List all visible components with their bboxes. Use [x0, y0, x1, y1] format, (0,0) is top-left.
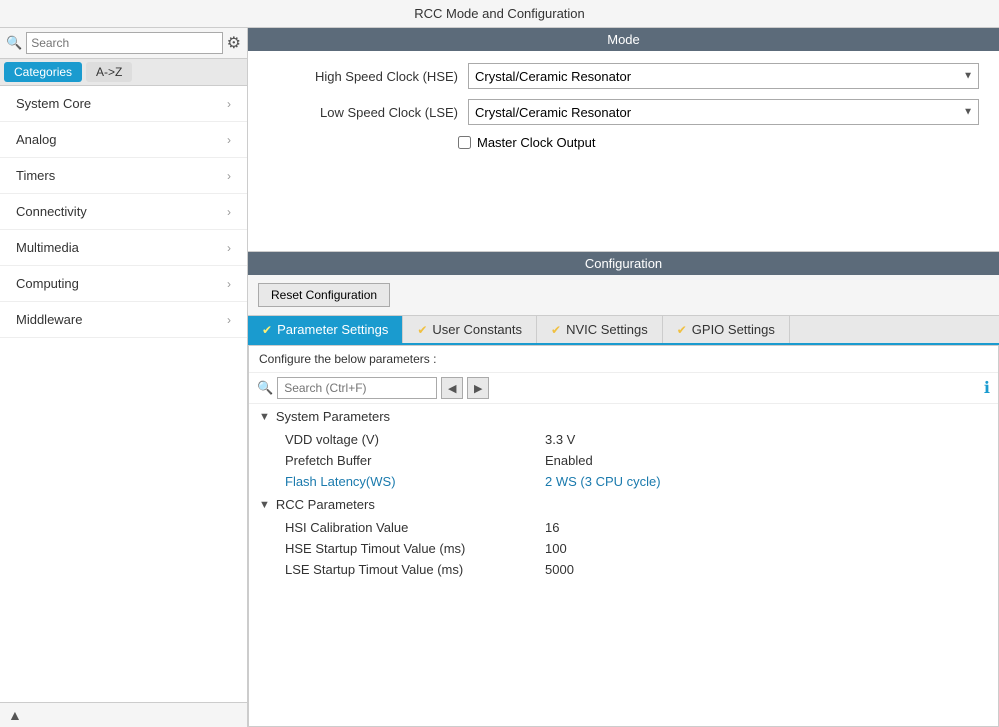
tab-user-constants[interactable]: ✔ User Constants	[403, 316, 537, 343]
chevron-right-icon: ›	[227, 169, 231, 183]
gear-icon[interactable]: ⚙	[227, 33, 241, 53]
tab-check-icon: ✔	[417, 323, 427, 337]
hse-row: High Speed Clock (HSE) Crystal/Ceramic R…	[268, 63, 979, 89]
param-search-icon: 🔍	[257, 380, 273, 396]
hse-select[interactable]: Crystal/Ceramic Resonator	[468, 63, 979, 89]
lse-select-wrapper: Crystal/Ceramic Resonator ▼	[468, 99, 979, 125]
param-lse-startup-timeout: LSE Startup Timout Value (ms) 5000	[249, 559, 998, 580]
param-hsi-calibration: HSI Calibration Value 16	[249, 517, 998, 538]
collapse-icon: ▼	[259, 411, 270, 423]
config-section: Configuration Reset Configuration ✔ Para…	[248, 252, 999, 727]
sidebar-item-computing[interactable]: Computing ›	[0, 266, 247, 302]
chevron-right-icon: ›	[227, 313, 231, 327]
info-icon: ℹ	[984, 378, 990, 398]
sidebar-item-timers[interactable]: Timers ›	[0, 158, 247, 194]
param-vdd-voltage: VDD voltage (V) 3.3 V	[249, 429, 998, 450]
sidebar-search-bar: 🔍 ⚙	[0, 28, 247, 59]
sidebar-nav: System Core › Analog › Timers › Connecti…	[0, 86, 247, 702]
chevron-right-icon: ›	[227, 277, 231, 291]
sidebar-tab-atoz[interactable]: A->Z	[86, 62, 132, 82]
param-search-input[interactable]	[277, 377, 437, 399]
reset-configuration-button[interactable]: Reset Configuration	[258, 283, 390, 307]
tab-check-icon: ✔	[677, 323, 687, 337]
config-toolbar: Reset Configuration	[248, 275, 999, 316]
config-description: Configure the below parameters :	[249, 346, 998, 373]
sidebar-item-connectivity[interactable]: Connectivity ›	[0, 194, 247, 230]
config-tabs: ✔ Parameter Settings ✔ User Constants ✔ …	[248, 316, 999, 345]
hse-select-wrapper: Crystal/Ceramic Resonator ▼	[468, 63, 979, 89]
sidebar-item-middleware[interactable]: Middleware ›	[0, 302, 247, 338]
rcc-params-group-header[interactable]: ▼ RCC Parameters	[249, 492, 998, 517]
chevron-right-icon: ›	[227, 133, 231, 147]
param-flash-latency: Flash Latency(WS) 2 WS (3 CPU cycle)	[249, 471, 998, 492]
right-content: Mode High Speed Clock (HSE) Crystal/Cera…	[248, 28, 999, 727]
next-search-button[interactable]: ▶	[467, 377, 489, 399]
chevron-right-icon: ›	[227, 205, 231, 219]
sidebar-search-input[interactable]	[26, 32, 222, 54]
prev-search-button[interactable]: ◀	[441, 377, 463, 399]
tab-check-icon: ✔	[551, 323, 561, 337]
sidebar-item-analog[interactable]: Analog ›	[0, 122, 247, 158]
tab-parameter-settings[interactable]: ✔ Parameter Settings	[248, 316, 403, 343]
chevron-right-icon: ›	[227, 97, 231, 111]
top-bar: RCC Mode and Configuration	[0, 0, 999, 28]
master-clock-row: Master Clock Output	[458, 135, 979, 150]
tab-check-icon: ✔	[262, 323, 272, 337]
sidebar-item-system-core[interactable]: System Core ›	[0, 86, 247, 122]
chevron-right-icon: ›	[227, 241, 231, 255]
master-clock-checkbox[interactable]	[458, 136, 471, 149]
system-params-group-header[interactable]: ▼ System Parameters	[249, 404, 998, 429]
search-icon: 🔍	[6, 35, 22, 51]
sidebar: 🔍 ⚙ Categories A->Z System Core › Analog…	[0, 28, 248, 727]
expand-icon[interactable]: ▲	[8, 707, 22, 723]
tab-nvic-settings[interactable]: ✔ NVIC Settings	[537, 316, 663, 343]
sidebar-tab-categories[interactable]: Categories	[4, 62, 82, 82]
mode-content: High Speed Clock (HSE) Crystal/Ceramic R…	[248, 51, 999, 251]
master-clock-label: Master Clock Output	[477, 135, 596, 150]
lse-label: Low Speed Clock (LSE)	[268, 105, 468, 120]
param-search-row: 🔍 ◀ ▶ ℹ	[249, 373, 998, 404]
collapse-icon: ▼	[259, 499, 270, 511]
lse-row: Low Speed Clock (LSE) Crystal/Ceramic Re…	[268, 99, 979, 125]
config-body: Configure the below parameters : 🔍 ◀ ▶ ℹ…	[248, 345, 999, 727]
param-hse-startup-timeout: HSE Startup Timout Value (ms) 100	[249, 538, 998, 559]
hse-label: High Speed Clock (HSE)	[268, 69, 468, 84]
lse-select[interactable]: Crystal/Ceramic Resonator	[468, 99, 979, 125]
sidebar-item-multimedia[interactable]: Multimedia ›	[0, 230, 247, 266]
mode-section: Mode High Speed Clock (HSE) Crystal/Cera…	[248, 28, 999, 252]
param-prefetch-buffer: Prefetch Buffer Enabled	[249, 450, 998, 471]
tab-gpio-settings[interactable]: ✔ GPIO Settings	[663, 316, 790, 343]
window-title: RCC Mode and Configuration	[414, 6, 585, 21]
sidebar-bottom: ▲	[0, 702, 247, 727]
config-header: Configuration	[248, 252, 999, 275]
sidebar-tabs: Categories A->Z	[0, 59, 247, 86]
mode-header: Mode	[248, 28, 999, 51]
